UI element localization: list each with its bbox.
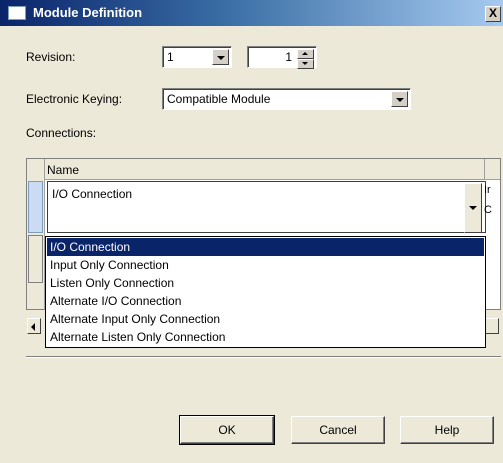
divider xyxy=(26,356,501,358)
dropdown-option[interactable]: Listen Only Connection xyxy=(47,274,484,292)
dropdown-option[interactable]: Alternate Input Only Connection xyxy=(47,310,484,328)
connections-label: Connections: xyxy=(26,126,97,140)
clipped-cell: Ir xyxy=(484,184,491,196)
clipped-cell: C xyxy=(484,204,492,216)
connection-dropdown-list[interactable]: I/O Connection Input Only Connection Lis… xyxy=(45,236,486,348)
column-divider[interactable] xyxy=(484,159,485,179)
revision-minor-value: 1 xyxy=(285,50,292,64)
window-title: Module Definition xyxy=(33,5,143,20)
row-selector[interactable] xyxy=(28,235,43,283)
dropdown-option[interactable]: Alternate Listen Only Connection xyxy=(47,328,484,346)
ok-button[interactable]: OK xyxy=(179,415,275,445)
dropdown-option[interactable]: Input Only Connection xyxy=(47,256,484,274)
revision-major-select[interactable]: 1 xyxy=(162,46,232,68)
revision-minor-spinner[interactable]: 1 xyxy=(247,46,317,69)
revision-major-value: 1 xyxy=(167,50,174,64)
chevron-down-icon[interactable] xyxy=(391,91,408,107)
electronic-keying-value: Compatible Module xyxy=(167,92,271,106)
clipped-column: Ir C xyxy=(484,180,492,220)
help-button[interactable]: Help xyxy=(400,416,494,444)
connection-cell-combo[interactable]: I/O Connection xyxy=(47,181,486,233)
connection-cell-value: I/O Connection xyxy=(52,187,133,201)
electronic-keying-select[interactable]: Compatible Module xyxy=(162,88,411,110)
revision-label: Revision: xyxy=(26,50,76,64)
spin-down-icon[interactable] xyxy=(297,59,314,69)
spin-up-icon[interactable] xyxy=(297,49,314,59)
cancel-button[interactable]: Cancel xyxy=(291,416,385,444)
column-header-name[interactable]: Name xyxy=(47,163,79,177)
dropdown-option[interactable]: I/O Connection xyxy=(47,238,484,256)
scroll-left-icon[interactable] xyxy=(27,318,41,334)
window-icon xyxy=(8,6,26,20)
dropdown-option[interactable]: Alternate I/O Connection xyxy=(47,292,484,310)
close-button[interactable]: X xyxy=(485,6,501,22)
chevron-down-icon[interactable] xyxy=(212,49,229,65)
row-selector[interactable] xyxy=(28,181,43,233)
grid-header xyxy=(27,159,500,180)
electronic-keying-label: Electronic Keying: xyxy=(26,92,123,106)
chevron-down-icon[interactable] xyxy=(464,183,482,233)
scroll-right-button[interactable] xyxy=(485,318,499,334)
